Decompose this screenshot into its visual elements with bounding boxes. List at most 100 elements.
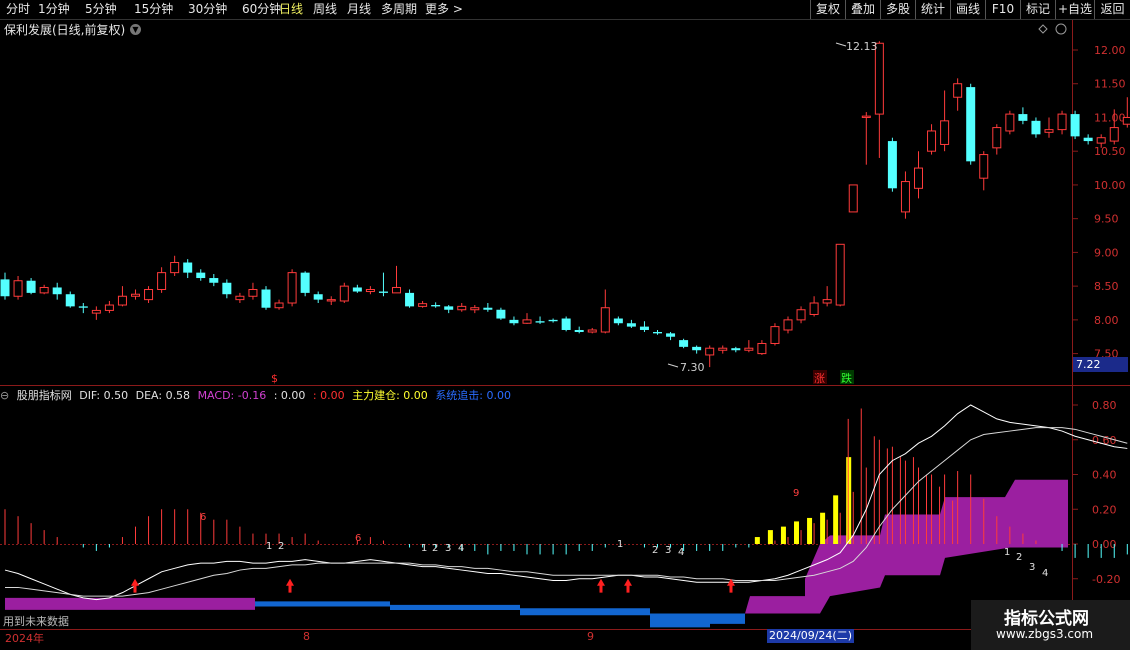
dea-value: DEA: 0.58 [135, 389, 191, 402]
candle-body [65, 294, 75, 307]
low-annotation: 7.30 [680, 361, 705, 374]
candle-body [561, 318, 571, 330]
trend-chase-value: 系统追击: 0.00 [435, 389, 512, 402]
price-tick-label: 11.00 [1094, 111, 1126, 124]
main-build-value: 主力建仓: 0.00 [352, 389, 428, 402]
candle-body [522, 319, 532, 324]
candle-body [940, 120, 950, 145]
svg-text:2: 2 [278, 541, 284, 552]
candle-body [861, 115, 871, 118]
candle-body [496, 309, 506, 319]
svg-text:1: 1 [266, 541, 272, 552]
candle-body [0, 279, 10, 297]
candle-body [718, 347, 728, 351]
price-tick-label: 9.50 [1094, 213, 1119, 226]
candle-body [365, 289, 375, 293]
svg-text:2: 2 [652, 545, 658, 556]
date-year: 2024年 [5, 632, 44, 645]
price-tick-label: 10.00 [1094, 179, 1126, 192]
candle-body [300, 272, 310, 293]
candle-body [183, 262, 193, 273]
candle-body [209, 278, 219, 283]
candle-body [483, 307, 493, 310]
svg-text:2: 2 [432, 543, 438, 554]
candle-body [157, 272, 167, 291]
last-price-tag: 7.22 [1073, 357, 1128, 372]
value-1: : 0.00 [273, 389, 306, 402]
candle-body [953, 83, 963, 98]
candle-body [261, 289, 271, 308]
svg-text:6: 6 [200, 512, 206, 523]
svg-text:6: 6 [355, 533, 361, 544]
candle-body [914, 167, 923, 189]
candle-body [874, 42, 884, 115]
candle-body [927, 130, 937, 152]
candle-body [639, 326, 649, 330]
svg-text:3: 3 [445, 543, 451, 554]
candle-body [235, 295, 245, 301]
svg-text:1: 1 [421, 543, 427, 554]
candle-body [91, 309, 101, 314]
candle-body [1057, 113, 1067, 131]
price-tick-label: 11.50 [1094, 78, 1126, 91]
svg-text:3: 3 [665, 545, 671, 556]
high-annotation: 12.13 [846, 40, 878, 53]
svg-text:3: 3 [1029, 562, 1035, 573]
price-tick-label: 10.50 [1094, 145, 1126, 158]
candle-body [966, 87, 976, 162]
candle-body [613, 318, 623, 324]
svg-text:1: 1 [1004, 547, 1010, 558]
candle-body [1005, 113, 1015, 132]
candle-body [692, 346, 702, 351]
future-data-notice: 用到未来数据 [3, 615, 69, 628]
candle-body [1083, 137, 1093, 142]
candle-body [1018, 114, 1028, 121]
price-tick-label: 12.00 [1094, 44, 1126, 57]
chevron-down-icon[interactable]: ▼ [130, 24, 141, 35]
date-axis: 2024年 8 9 [0, 630, 1130, 645]
candle-body [170, 262, 180, 274]
candle-body [1109, 127, 1119, 142]
candle-body [744, 347, 754, 351]
candle-body [1122, 116, 1130, 125]
candle-body [1096, 137, 1106, 144]
indicator-tick-label: 0.60 [1092, 434, 1117, 447]
candle-body [313, 294, 323, 300]
candle-body [822, 299, 832, 304]
candle-body [326, 299, 336, 302]
candle-body [770, 326, 780, 344]
candle-body [574, 329, 584, 333]
candle-body [117, 295, 127, 306]
candle-body [405, 292, 415, 307]
candle-body [352, 287, 362, 292]
candle-body [979, 154, 989, 179]
candle-body [626, 323, 636, 327]
candle-body [274, 302, 284, 309]
indicator-tick-label: 0.80 [1092, 399, 1117, 412]
candle-body [144, 289, 154, 301]
candle-body [731, 348, 741, 351]
candle-body [444, 306, 454, 310]
price-tick-label: 9.00 [1094, 246, 1119, 259]
candle-body [1070, 114, 1080, 137]
indicator-collapse-icon[interactable]: ⊖ [0, 389, 9, 402]
indicator-legend: ⊖ 股朋指标网 DIF: 0.50 DEA: 0.58 MACD: -0.16 … [0, 387, 515, 402]
hist-label-9: 9 [793, 488, 799, 499]
candle-body [783, 319, 793, 331]
candle-body [509, 319, 519, 324]
candle-body [418, 303, 428, 307]
candle-body [1031, 120, 1041, 135]
yellow-bar [820, 512, 826, 544]
candle-body [900, 181, 910, 213]
candle-body [992, 127, 1002, 149]
candle-body [548, 319, 558, 322]
yellow-bar [780, 526, 786, 544]
candle-body [1044, 129, 1054, 133]
candle-body [287, 272, 297, 304]
kline-chart[interactable]: 12.0011.5011.0010.5010.009.509.008.508.0… [0, 0, 1130, 650]
candle-body [248, 289, 258, 297]
candle-body [39, 286, 49, 294]
watermark-title: 指标公式网 [1004, 609, 1089, 629]
indicator-name[interactable]: 股朋指标网 [17, 389, 72, 402]
candle-body [52, 287, 62, 295]
